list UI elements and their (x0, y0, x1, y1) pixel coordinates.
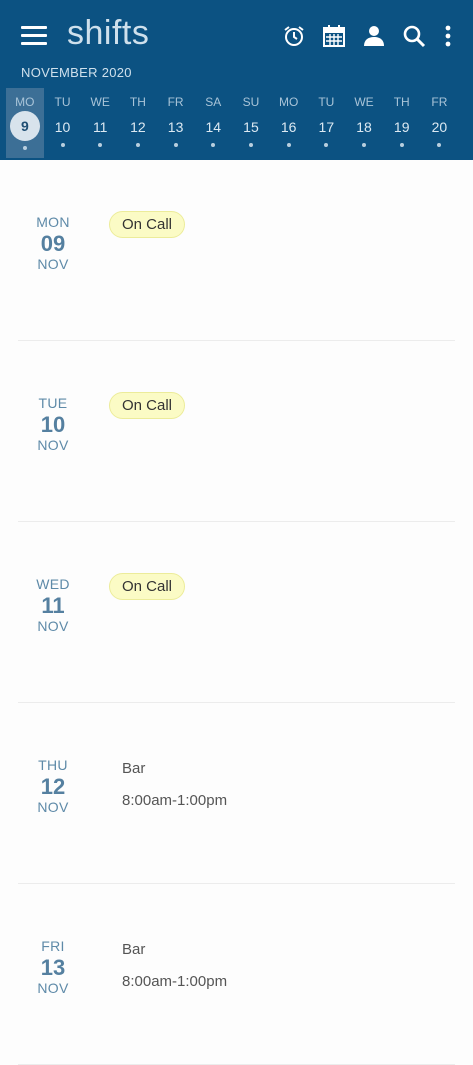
date-number: 12 (40, 774, 66, 799)
date-column: FRI 13 NOV (18, 938, 88, 996)
on-call-badge[interactable]: On Call (109, 573, 186, 600)
strip-day-number: 19 (393, 119, 410, 135)
strip-dot (22, 146, 27, 150)
strip-day-of-week: FR (167, 95, 184, 109)
strip-day[interactable]: WE 18 (345, 88, 383, 158)
month-label: NOVEMBER 2020 (21, 65, 132, 80)
strip-day-number: 18 (356, 119, 372, 135)
strip-day-of-week: SU (242, 95, 260, 109)
date-column: WED 11 NOV (18, 576, 88, 634)
strip-dot (60, 143, 65, 147)
strip-dot (362, 143, 367, 147)
date-column: TUE 10 NOV (18, 395, 88, 453)
strip-day[interactable]: MO 16 (270, 88, 308, 158)
date-month: NOV (37, 437, 69, 453)
strip-day-number: 16 (280, 119, 297, 135)
strip-day-number: 17 (318, 119, 335, 135)
date-day-of-week: MON (36, 214, 70, 230)
date-day-of-week: THU (38, 757, 68, 773)
shift-entry[interactable]: Bar 8:00am-1:00pm (122, 941, 227, 990)
strip-dot (248, 143, 253, 147)
strip-day[interactable]: TH 12 (119, 88, 157, 158)
date-month: NOV (37, 980, 69, 996)
day-row: FRI 13 NOV Bar 8:00am-1:00pm (18, 884, 455, 1065)
strip-day[interactable]: SU 15 (232, 88, 270, 158)
on-call-badge[interactable]: On Call (109, 211, 186, 238)
strip-day-number: 20 (431, 119, 448, 135)
strip-day[interactable]: SA 14 (194, 88, 232, 158)
toolbar (281, 23, 455, 49)
week-strip: MO 9 TU 10 WE 11 TH 12 FR 13 SA 14 SU 15 MO 16 TU 17 WE 18 T… (6, 88, 473, 158)
strip-day[interactable]: TU 10 (44, 88, 82, 158)
strip-day[interactable]: MO 9 (6, 88, 44, 158)
strip-day-of-week: TH (393, 95, 410, 109)
shift-name: Bar (122, 941, 146, 958)
date-column: THU 12 NOV (18, 757, 88, 815)
date-number: 11 (41, 593, 65, 618)
person-icon[interactable] (361, 23, 387, 49)
app-header: shifts NOVEMBER 2020 MO 9 TU 10 WE 11 TH 12 FR 13… (0, 0, 473, 160)
day-row: TUE 10 NOV On Call (18, 341, 455, 522)
date-month: NOV (37, 799, 69, 815)
strip-dot (324, 143, 329, 147)
search-icon[interactable] (401, 23, 427, 49)
strip-day-number: 10 (54, 119, 71, 135)
strip-day-of-week: TU (54, 95, 71, 109)
day-row: MON 09 NOV On Call (18, 160, 455, 341)
strip-day-of-week: SA (205, 95, 222, 109)
date-month: NOV (37, 256, 69, 272)
strip-day-of-week: TH (129, 95, 146, 109)
strip-day[interactable]: TU 17 (308, 88, 346, 158)
day-row: WED 11 NOV On Call (18, 522, 455, 703)
strip-day-of-week: FR (431, 95, 448, 109)
strip-day-of-week: WE (354, 95, 374, 109)
app-title: shifts (67, 14, 150, 52)
strip-day-of-week: WE (90, 95, 110, 109)
alarm-icon[interactable] (281, 23, 307, 49)
strip-dot (211, 143, 216, 147)
date-number: 09 (40, 231, 66, 256)
strip-day[interactable]: TH 19 (383, 88, 421, 158)
strip-day-number: 14 (205, 119, 222, 135)
shift-entry[interactable]: Bar 8:00am-1:00pm (122, 760, 227, 809)
shift-time: 8:00am-1:00pm (122, 792, 228, 809)
date-month: NOV (37, 618, 69, 634)
date-day-of-week: TUE (38, 395, 68, 411)
date-day-of-week: WED (36, 576, 70, 592)
strip-day-of-week: MO (278, 95, 299, 109)
shift-list: MON 09 NOV On Call TUE 10 NOV On Call WED 11 NOV On… (0, 160, 473, 1065)
strip-dot (135, 143, 140, 147)
strip-day-of-week: TU (318, 95, 335, 109)
shift-name: Bar (122, 760, 146, 777)
strip-dot (98, 143, 103, 147)
strip-day-of-week: MO (15, 95, 35, 109)
more-vert-icon[interactable] (441, 23, 455, 49)
date-day-of-week: FRI (41, 938, 65, 954)
strip-day[interactable]: FR 20 (421, 88, 459, 158)
strip-day[interactable]: FR 13 (157, 88, 195, 158)
date-column: MON 09 NOV (18, 214, 88, 272)
strip-day-number: 15 (243, 119, 259, 135)
strip-day-number: 12 (130, 119, 146, 135)
strip-day-number: 9 (9, 111, 40, 141)
strip-dot (399, 143, 404, 147)
day-row: THU 12 NOV Bar 8:00am-1:00pm (18, 703, 455, 884)
strip-dot (437, 143, 442, 147)
strip-day[interactable]: WE 11 (81, 88, 119, 158)
calendar-icon[interactable] (321, 23, 347, 49)
strip-dot (286, 143, 291, 147)
date-number: 13 (40, 955, 66, 980)
menu-icon[interactable] (21, 24, 47, 46)
strip-day-number: 11 (92, 119, 108, 135)
date-number: 10 (40, 412, 66, 437)
shift-time: 8:00am-1:00pm (122, 973, 228, 990)
strip-day-number: 13 (167, 119, 184, 135)
strip-dot (173, 143, 178, 147)
on-call-badge[interactable]: On Call (109, 392, 186, 419)
